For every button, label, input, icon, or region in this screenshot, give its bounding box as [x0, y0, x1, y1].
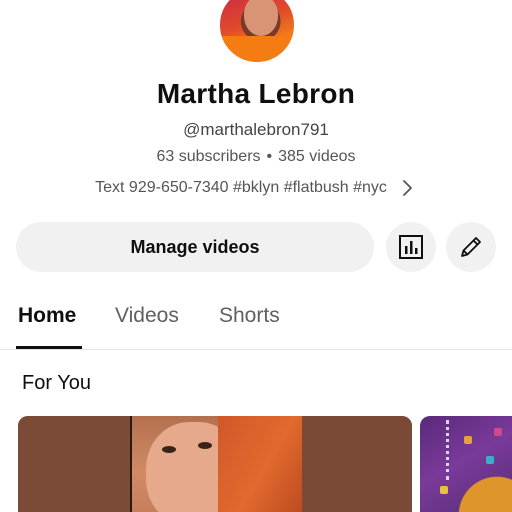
thumbnail-confetti: [494, 428, 502, 436]
thumbnail-blur-left: [18, 416, 130, 512]
thumbnail-confetti: [440, 486, 448, 494]
thumbnail-confetti: [464, 436, 472, 444]
tab-home[interactable]: Home: [18, 304, 76, 328]
edit-channel-button[interactable]: [446, 222, 496, 272]
video-thumbnail-2[interactable]: [420, 416, 512, 512]
section-title: For You: [22, 372, 91, 394]
avatar-face: [244, 0, 278, 36]
thumbnail-chain: [446, 420, 456, 480]
analytics-icon: [399, 235, 423, 259]
channel-handle: @marthalebron791: [183, 120, 329, 139]
channel-tabs: Home Videos Shorts: [0, 292, 512, 350]
thumbnail-eye-left: [162, 446, 176, 453]
channel-avatar[interactable]: [218, 0, 296, 64]
thumbnail-blur-right: [302, 416, 412, 512]
tab-shorts[interactable]: Shorts: [219, 304, 280, 328]
chevron-right-icon: [402, 180, 412, 196]
subscriber-count: 63 subscribers: [156, 148, 261, 165]
tab-videos[interactable]: Videos: [115, 304, 179, 328]
channel-description-row[interactable]: Text 929-650-7340 #bklyn #flatbush #nyc: [0, 178, 512, 198]
pencil-icon: [461, 237, 481, 257]
channel-name: Martha Lebron: [156, 78, 356, 109]
thumbnail-eye-right: [198, 442, 212, 449]
manage-videos-button[interactable]: Manage videos: [16, 222, 374, 272]
thumbnail-hair: [218, 416, 308, 512]
avatar-shirt: [220, 36, 294, 62]
thumbnail-confetti: [486, 456, 494, 464]
video-thumbnail[interactable]: [18, 416, 412, 512]
channel-stats: 63 subscribers • 385 videos: [0, 148, 512, 166]
stats-separator: •: [266, 148, 273, 165]
channel-description: Text 929-650-7340 #bklyn #flatbush #nyc: [95, 179, 387, 196]
video-count: 385 videos: [278, 148, 356, 165]
active-tab-indicator: [16, 346, 82, 349]
analytics-button[interactable]: [386, 222, 436, 272]
